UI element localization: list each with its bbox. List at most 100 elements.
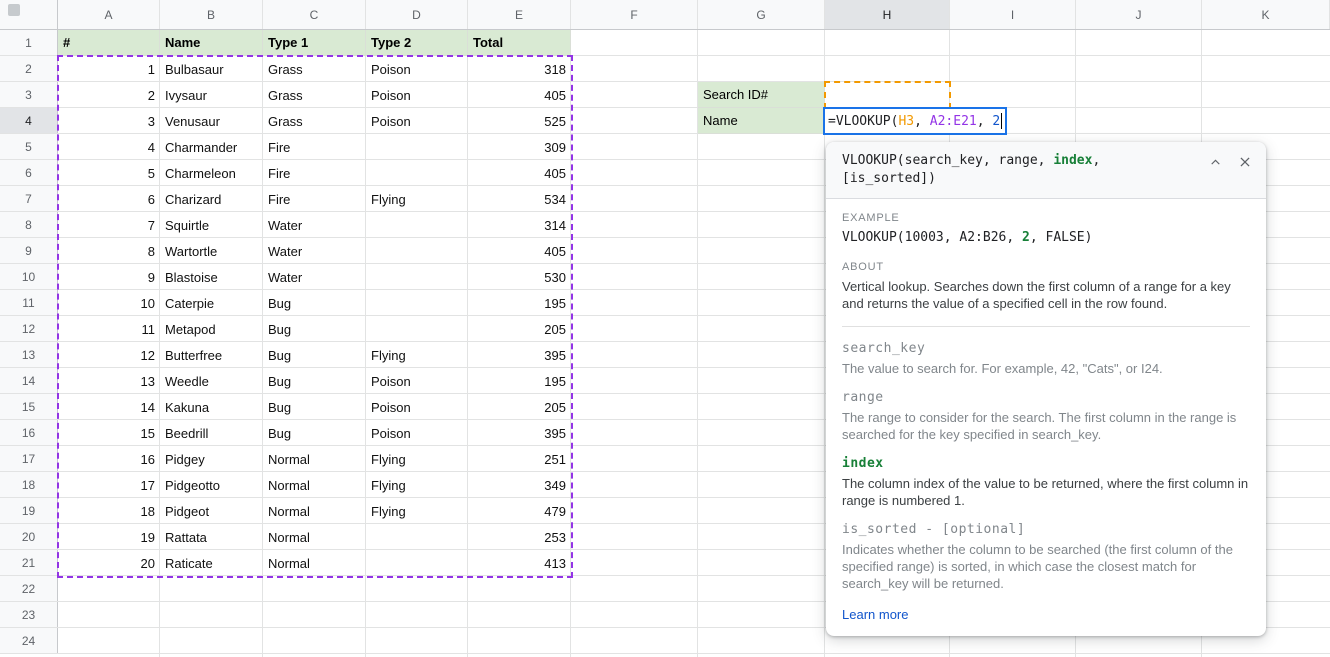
cell-type2[interactable] — [366, 264, 468, 290]
row-header[interactable]: 1 — [0, 30, 58, 55]
cell-total[interactable]: 309 — [468, 134, 571, 160]
cell-type2[interactable] — [366, 134, 468, 160]
cell-total[interactable]: 205 — [468, 316, 571, 342]
row-header[interactable]: 22 — [0, 576, 58, 601]
cell-number[interactable]: 4 — [58, 134, 160, 160]
cell-name[interactable]: Blastoise — [160, 264, 263, 290]
cell-type1[interactable]: Water — [263, 212, 366, 238]
row-header[interactable]: 3 — [0, 82, 58, 107]
cell-total[interactable]: 314 — [468, 212, 571, 238]
cell-type1[interactable]: Grass — [263, 82, 366, 108]
cell-type1[interactable]: Grass — [263, 108, 366, 134]
cell-number[interactable]: 6 — [58, 186, 160, 212]
row-header[interactable]: 4 — [0, 108, 58, 133]
cell-number[interactable]: 7 — [58, 212, 160, 238]
cell-total[interactable]: 395 — [468, 342, 571, 368]
cell-number[interactable]: 18 — [58, 498, 160, 524]
cell-type2[interactable] — [366, 290, 468, 316]
cell-name[interactable]: Butterfree — [160, 342, 263, 368]
cell-total[interactable]: 525 — [468, 108, 571, 134]
learn-more-link[interactable]: Learn more — [842, 607, 908, 622]
table-header-cell[interactable]: Type 2 — [366, 30, 468, 56]
cell-type2[interactable]: Poison — [366, 82, 468, 108]
cell-type2[interactable]: Flying — [366, 498, 468, 524]
cell-search-id-label[interactable]: Search ID# — [698, 82, 825, 108]
cell-type2[interactable]: Flying — [366, 342, 468, 368]
cell-total[interactable]: 349 — [468, 472, 571, 498]
cell-number[interactable]: 14 — [58, 394, 160, 420]
cell-type2[interactable] — [366, 238, 468, 264]
cell-type2[interactable]: Flying — [366, 186, 468, 212]
cell-number[interactable]: 11 — [58, 316, 160, 342]
row-header[interactable]: 15 — [0, 394, 58, 419]
column-header[interactable]: K — [1202, 0, 1330, 29]
select-all-corner[interactable] — [0, 0, 58, 29]
cell-type2[interactable] — [366, 212, 468, 238]
cell-total[interactable]: 318 — [468, 56, 571, 82]
cell-number[interactable]: 5 — [58, 160, 160, 186]
cell-type1[interactable]: Normal — [263, 498, 366, 524]
row-header[interactable]: 24 — [0, 628, 58, 653]
row-header[interactable]: 7 — [0, 186, 58, 211]
cell-type2[interactable]: Poison — [366, 394, 468, 420]
cell-name-label[interactable]: Name — [698, 108, 825, 134]
cell-number[interactable]: 1 — [58, 56, 160, 82]
row-header[interactable]: 18 — [0, 472, 58, 497]
row-header[interactable]: 5 — [0, 134, 58, 159]
row-header[interactable]: 13 — [0, 342, 58, 367]
cell-type2[interactable]: Flying — [366, 472, 468, 498]
cell-name[interactable]: Weedle — [160, 368, 263, 394]
row-header[interactable]: 14 — [0, 368, 58, 393]
cell-total[interactable]: 195 — [468, 368, 571, 394]
cell-type2[interactable]: Flying — [366, 446, 468, 472]
cell-type1[interactable]: Bug — [263, 316, 366, 342]
collapse-icon[interactable] — [1209, 156, 1222, 169]
cell-name[interactable]: Wartortle — [160, 238, 263, 264]
cell-number[interactable]: 16 — [58, 446, 160, 472]
cell-name[interactable]: Charmander — [160, 134, 263, 160]
cell-type1[interactable]: Grass — [263, 56, 366, 82]
cell-number[interactable]: 10 — [58, 290, 160, 316]
cell-name[interactable]: Kakuna — [160, 394, 263, 420]
cell-type2[interactable]: Poison — [366, 108, 468, 134]
row-header[interactable]: 10 — [0, 264, 58, 289]
cell-number[interactable]: 15 — [58, 420, 160, 446]
column-header[interactable]: C — [263, 0, 366, 29]
cell-type1[interactable]: Fire — [263, 134, 366, 160]
cell-number[interactable]: 9 — [58, 264, 160, 290]
cell-number[interactable]: 13 — [58, 368, 160, 394]
row-header[interactable]: 6 — [0, 160, 58, 185]
cell-type1[interactable]: Fire — [263, 186, 366, 212]
cell-type1[interactable]: Water — [263, 238, 366, 264]
cell-name[interactable]: Caterpie — [160, 290, 263, 316]
cell-name[interactable]: Metapod — [160, 316, 263, 342]
cell-name[interactable]: Charmeleon — [160, 160, 263, 186]
cell-total[interactable]: 251 — [468, 446, 571, 472]
cell-number[interactable]: 19 — [58, 524, 160, 550]
row-header[interactable]: 2 — [0, 56, 58, 81]
cell-type1[interactable]: Water — [263, 264, 366, 290]
cell-name[interactable]: Pidgeot — [160, 498, 263, 524]
cell-type2[interactable] — [366, 524, 468, 550]
cell-type1[interactable]: Bug — [263, 394, 366, 420]
column-header[interactable]: A — [58, 0, 160, 29]
cell-type1[interactable]: Bug — [263, 368, 366, 394]
row-header[interactable]: 21 — [0, 550, 58, 575]
row-header[interactable]: 20 — [0, 524, 58, 549]
column-header[interactable]: B — [160, 0, 263, 29]
cell-name[interactable]: Ivysaur — [160, 82, 263, 108]
column-header[interactable]: I — [950, 0, 1076, 29]
table-header-cell[interactable]: Name — [160, 30, 263, 56]
close-icon[interactable] — [1238, 155, 1252, 169]
cell-type2[interactable]: Poison — [366, 420, 468, 446]
cell-name[interactable]: Charizard — [160, 186, 263, 212]
row-header[interactable]: 23 — [0, 602, 58, 627]
cell-total[interactable]: 479 — [468, 498, 571, 524]
column-header[interactable]: G — [698, 0, 825, 29]
cell-type2[interactable] — [366, 550, 468, 576]
formula-edit-cell[interactable]: =VLOOKUP(H3, A2:E21, 2 — [823, 107, 1007, 135]
cell-total[interactable]: 205 — [468, 394, 571, 420]
cell-name[interactable]: Rattata — [160, 524, 263, 550]
cell-type1[interactable]: Bug — [263, 420, 366, 446]
cell-number[interactable]: 17 — [58, 472, 160, 498]
